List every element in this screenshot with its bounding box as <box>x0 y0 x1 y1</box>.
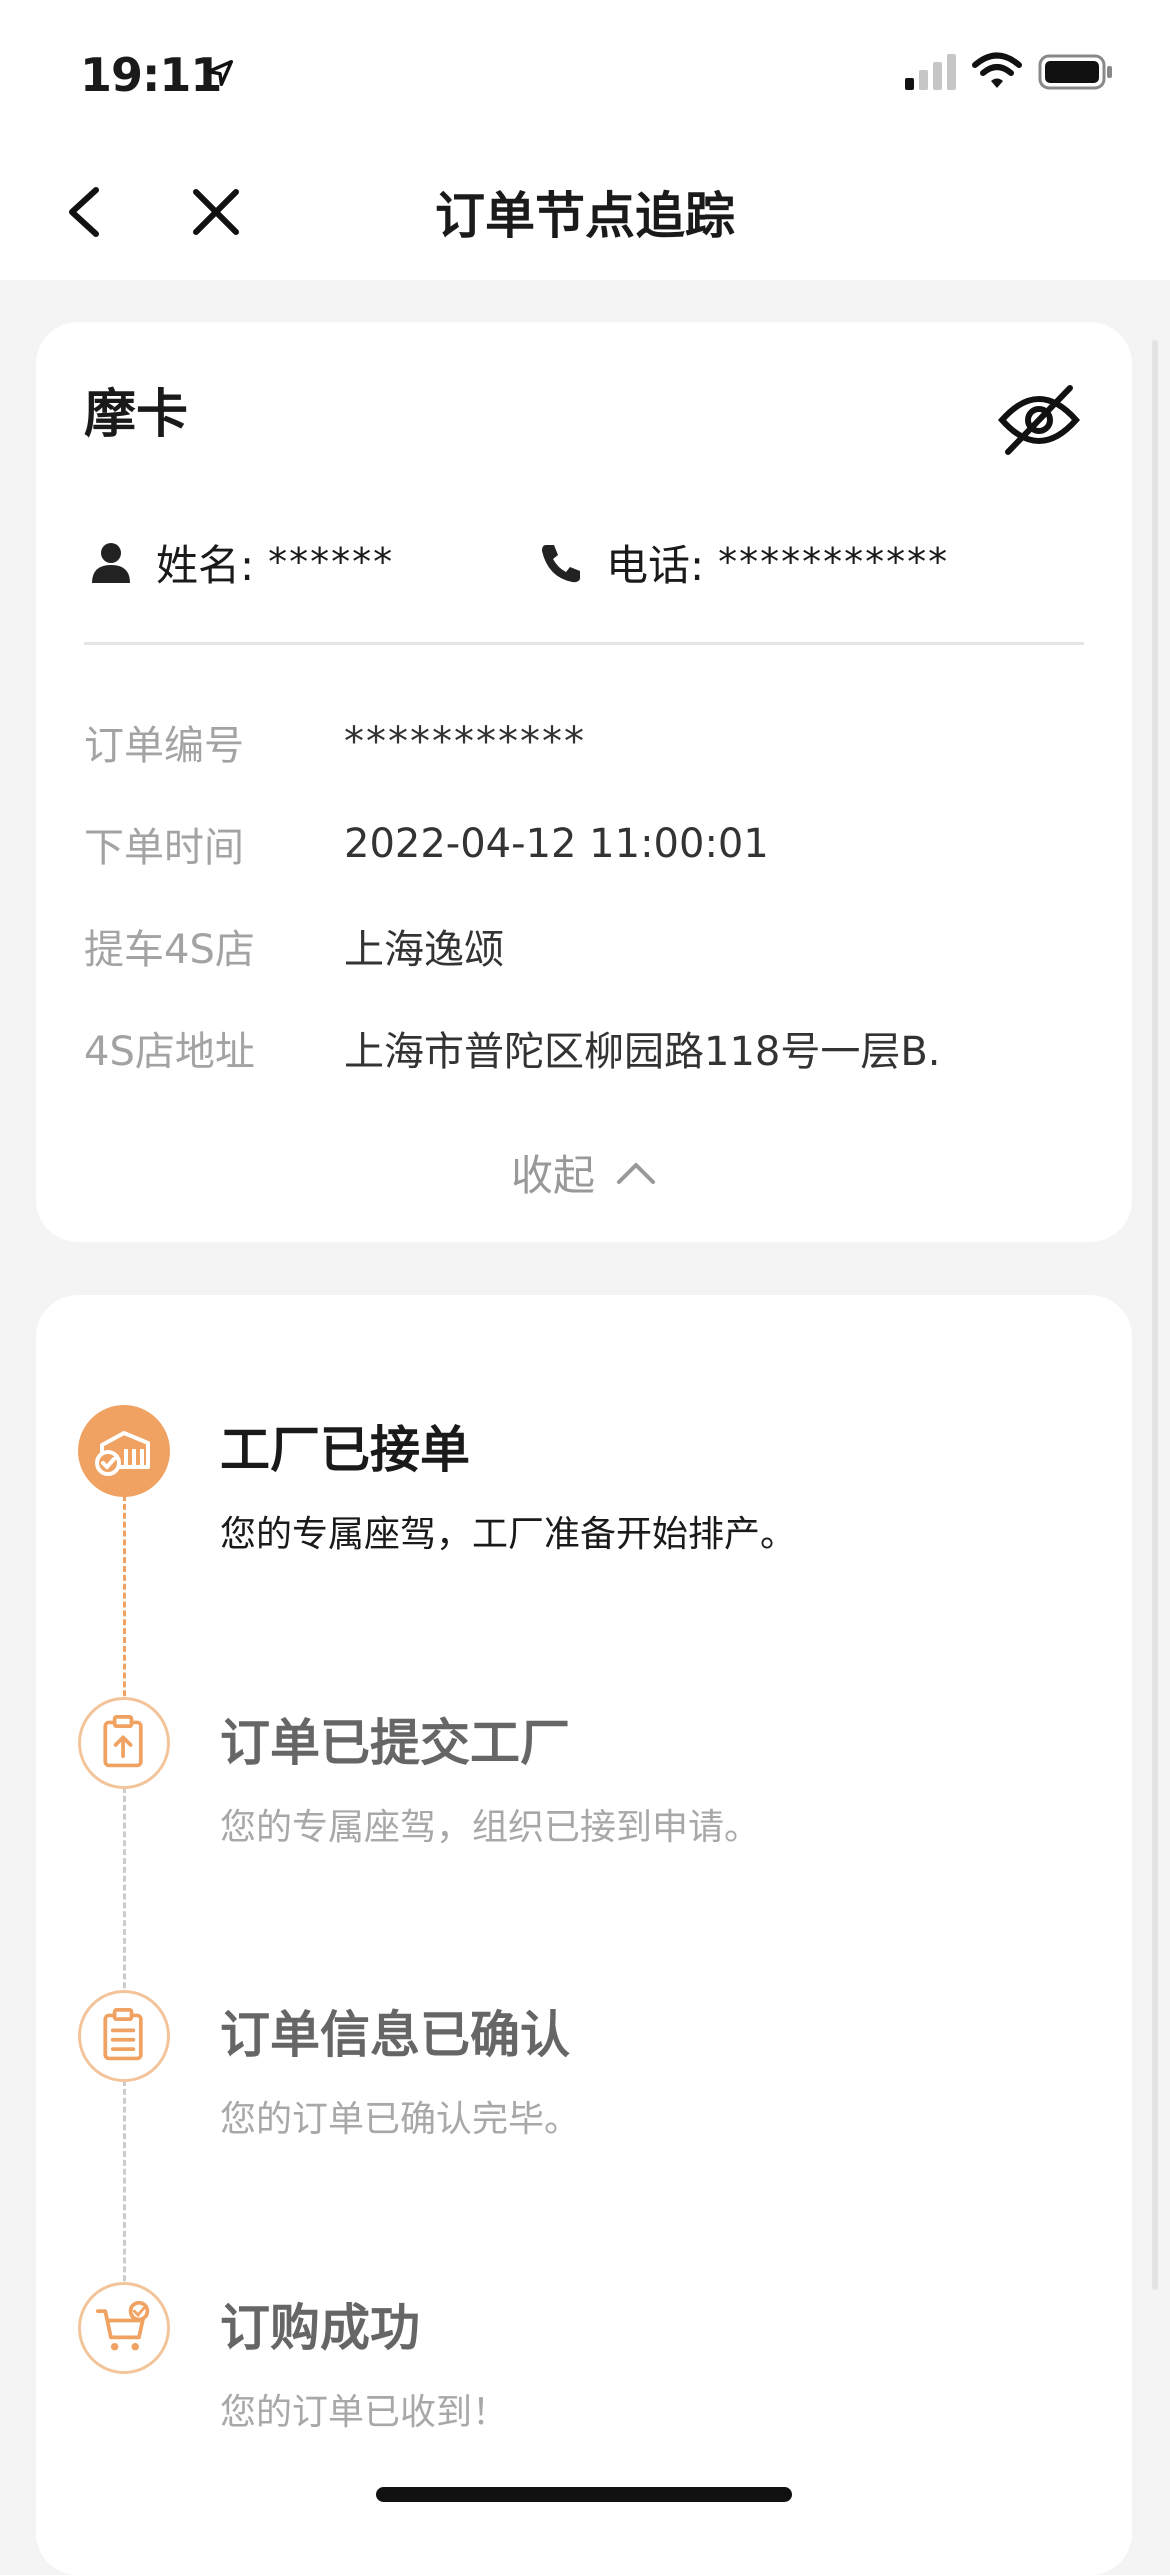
order-time-label: 下单时间 <box>84 825 244 871</box>
step-description: 您的订单已收到！ <box>220 2392 509 2433</box>
clipboard-list-icon <box>78 1990 170 2082</box>
chevron-up-icon <box>617 1162 655 1184</box>
phone-label: 电话: <box>606 540 705 590</box>
order-number-label: 订单编号 <box>84 723 244 769</box>
collapse-button[interactable]: 收起 <box>36 1142 1132 1203</box>
step-title: 工厂已接单 <box>220 1421 470 1479</box>
dealer-address-label: 4S店地址 <box>84 1029 255 1075</box>
step-description: 您的专属座驾，工厂准备开始排产。 <box>220 1514 797 1555</box>
clipboard-upload-icon <box>78 1697 170 1789</box>
divider <box>84 642 1084 645</box>
step-description: 您的专属座驾，组织已接到申请。 <box>220 1807 761 1848</box>
contact-name: 姓名: ****** <box>90 532 394 592</box>
factory-icon <box>78 1405 170 1497</box>
step-title: 订单已提交工厂 <box>220 1714 570 1772</box>
dealer-address-value: 上海市普陀区柳园路118号一层B. <box>344 1029 941 1075</box>
dealer-row: 提车4S店 上海逸颂 <box>84 916 504 976</box>
order-time-row: 下单时间 2022-04-12 11:00:01 <box>84 814 769 874</box>
battery-icon <box>1038 54 1112 90</box>
scrollbar[interactable] <box>1152 340 1158 2290</box>
order-number-row: 订单编号 *********** <box>84 712 586 772</box>
cart-check-icon <box>78 2282 170 2374</box>
wifi-icon <box>972 52 1022 88</box>
navigation-bar: 订单节点追踪 <box>0 150 1170 280</box>
car-model-name: 摩卡 <box>84 385 189 445</box>
step-description: 您的订单已确认完毕。 <box>220 2099 581 2140</box>
status-time: 19:11 <box>80 48 222 102</box>
status-bar: 19:11 <box>0 0 1170 150</box>
page-title: 订单节点追踪 <box>435 187 735 245</box>
order-time-value: 2022-04-12 11:00:01 <box>344 821 769 867</box>
step-title: 订购成功 <box>220 2299 420 2357</box>
person-icon <box>92 543 130 583</box>
name-label: 姓名: <box>156 540 255 590</box>
dealer-address-row: 4S店地址 上海市普陀区柳园路118号一层B. <box>84 1018 941 1078</box>
location-arrow-icon <box>206 59 234 87</box>
order-timeline-card: 工厂已接单 您的专属座驾，工厂准备开始排产。 订单已提交工厂 您的专属座驾，组织… <box>36 1295 1132 2575</box>
order-info-card: 摩卡 姓名: ****** 电话: *********** 订单编号 *****… <box>36 322 1132 1242</box>
order-number-value: *********** <box>344 719 586 765</box>
phone-icon <box>542 545 580 583</box>
name-value: ****** <box>268 540 395 584</box>
home-indicator[interactable] <box>376 2487 792 2502</box>
phone-value: *********** <box>718 540 950 584</box>
collapse-label: 收起 <box>510 1151 595 1200</box>
contact-phone: 电话: *********** <box>540 532 949 592</box>
cellular-signal-icon <box>905 54 956 90</box>
dealer-label: 提车4S店 <box>84 927 255 973</box>
step-title: 订单信息已确认 <box>220 2006 570 2064</box>
hide-info-eye-icon[interactable] <box>996 382 1082 458</box>
dealer-value: 上海逸颂 <box>344 927 504 973</box>
